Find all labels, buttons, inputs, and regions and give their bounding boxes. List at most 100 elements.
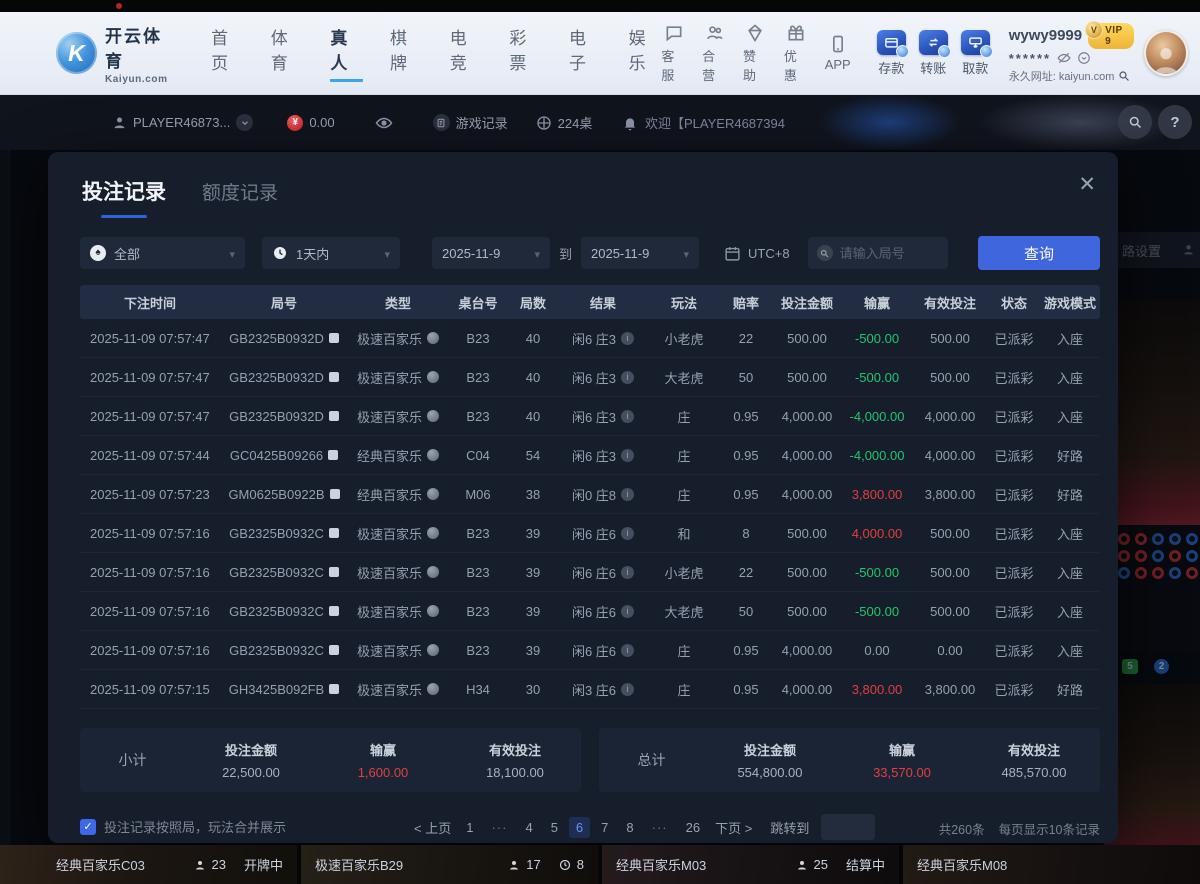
round-search-input[interactable]	[840, 246, 939, 261]
page-button[interactable]: ···	[484, 817, 514, 838]
chevron-down-icon[interactable]	[1077, 51, 1091, 65]
copy-icon[interactable]	[329, 567, 339, 577]
prev-page-button[interactable]: < 上页	[410, 815, 455, 840]
copy-icon[interactable]	[329, 333, 339, 343]
game-type-dot-icon[interactable]	[427, 644, 439, 656]
info-icon[interactable]: i	[621, 605, 634, 618]
withdraw-icon	[961, 30, 990, 55]
column-header: 赔率	[720, 293, 772, 312]
info-icon[interactable]: i	[621, 683, 634, 696]
live-table-tile[interactable]: 极速百家乐B29 17 8	[301, 845, 598, 884]
quick-link-promo[interactable]: 优惠	[784, 23, 809, 84]
copy-icon[interactable]	[328, 450, 338, 460]
page-button[interactable]: 4	[518, 817, 539, 838]
page-button[interactable]: 26	[679, 817, 707, 838]
game-type-dot-icon[interactable]	[427, 683, 439, 695]
table-row: 2025-11-09 07:57:47 GB2325B0932D 极速百家乐 B…	[80, 358, 1100, 397]
nav-item[interactable]: 电子	[569, 24, 602, 82]
cell-amount: 4,000.00	[772, 409, 842, 424]
withdraw-button[interactable]: 取款	[961, 30, 990, 77]
modal-tab[interactable]: 投注记录	[82, 176, 166, 218]
copy-icon[interactable]	[329, 684, 339, 694]
game-type-dot-icon[interactable]	[427, 488, 439, 500]
info-icon[interactable]: i	[621, 566, 634, 579]
copy-icon[interactable]	[329, 411, 339, 421]
page-button[interactable]: 6	[569, 817, 590, 838]
avatar[interactable]	[1144, 30, 1188, 76]
tables-count[interactable]: 224桌	[536, 113, 593, 132]
player-menu[interactable]: PLAYER46873...	[112, 114, 253, 131]
nav-item[interactable]: 体育	[271, 24, 304, 82]
quick-link-partner[interactable]: 合营	[702, 23, 727, 84]
eye-off-icon[interactable]	[1057, 51, 1071, 65]
game-type-dot-icon[interactable]	[427, 332, 439, 344]
vip-badge[interactable]: VIP 9	[1088, 23, 1134, 49]
cell-amount: 500.00	[772, 565, 842, 580]
info-icon[interactable]: i	[621, 332, 634, 345]
info-icon[interactable]: i	[621, 527, 634, 540]
table-header-row: 下注时间 局号 类型 桌台号 局数 结果 玩法 赔率 投注金额	[80, 285, 1100, 319]
live-table-tile[interactable]: 经典百家乐M03 25 结算中	[602, 845, 899, 884]
jump-page-input[interactable]	[821, 814, 875, 840]
page-button[interactable]: 1	[459, 817, 480, 838]
quick-link-sponsor[interactable]: 赞助	[743, 23, 768, 84]
brand-logo[interactable]: K 开云体育 Kaiyun.com	[56, 22, 179, 85]
nav-item[interactable]: 彩票	[509, 24, 542, 82]
quick-link-app[interactable]: APP	[825, 34, 851, 72]
copy-icon[interactable]	[329, 372, 339, 382]
game-type-dot-icon[interactable]	[427, 371, 439, 383]
cell-odds: 0.95	[720, 409, 772, 424]
date-from-picker[interactable]: 2025-11-9	[432, 237, 550, 269]
date-to-picker[interactable]: 2025-11-9	[581, 237, 699, 269]
info-icon[interactable]: i	[621, 488, 634, 501]
info-icon[interactable]: i	[621, 410, 634, 423]
nav-item[interactable]: 娱乐	[629, 24, 662, 82]
nav-item[interactable]: 电竞	[450, 24, 483, 82]
copy-icon[interactable]	[329, 645, 339, 655]
round-search-field[interactable]	[808, 237, 948, 269]
deposit-button[interactable]: 存款	[877, 30, 906, 77]
game-type-dot-icon[interactable]	[427, 449, 439, 461]
cell-round-id: GH3425B092FB	[220, 682, 348, 697]
timezone-display[interactable]: UTC+8	[724, 245, 790, 262]
search-button[interactable]	[1118, 105, 1152, 139]
copy-icon[interactable]	[329, 528, 339, 538]
query-button[interactable]: 查询	[978, 236, 1100, 270]
game-type-dot-icon[interactable]	[427, 410, 439, 422]
category-select[interactable]: ♠ 全部	[80, 237, 245, 269]
close-icon[interactable]: ✕	[1078, 174, 1096, 195]
balance-display[interactable]: ¥ 0.00	[287, 115, 334, 131]
info-icon[interactable]: i	[621, 371, 634, 384]
page-button[interactable]: 5	[544, 817, 565, 838]
bell-icon[interactable]	[622, 115, 638, 131]
cell-bet-time: 2025-11-09 07:57:16	[80, 604, 220, 619]
eye-icon[interactable]	[375, 114, 393, 132]
page-button[interactable]: 7	[594, 817, 615, 838]
checkbox-checked-icon[interactable]: ✓	[80, 819, 96, 835]
game-records-button[interactable]: 游戏记录	[433, 113, 508, 132]
game-type-dot-icon[interactable]	[427, 605, 439, 617]
modal-tab[interactable]: 额度记录	[202, 178, 278, 205]
live-table-tile[interactable]: 经典百家乐M08	[903, 845, 1200, 884]
next-page-button[interactable]: 下页 >	[711, 815, 756, 840]
nav-item[interactable]: 棋牌	[390, 24, 423, 82]
info-icon[interactable]: i	[621, 644, 634, 657]
copy-icon[interactable]	[329, 606, 339, 616]
time-range-select[interactable]: 1天内	[262, 237, 400, 269]
page-button[interactable]: ···	[645, 817, 675, 838]
search-icon[interactable]	[1118, 70, 1130, 82]
chevron-down-icon[interactable]	[236, 114, 253, 131]
copy-icon[interactable]	[330, 489, 340, 499]
game-type-dot-icon[interactable]	[427, 527, 439, 539]
quick-link-service[interactable]: 客服	[661, 23, 686, 84]
game-type-dot-icon[interactable]	[427, 566, 439, 578]
info-icon[interactable]: i	[621, 449, 634, 462]
transfer-button[interactable]: 转账	[919, 30, 948, 77]
help-button[interactable]: ?	[1158, 105, 1192, 139]
page-button[interactable]: 8	[619, 817, 640, 838]
cell-odds: 8	[720, 526, 772, 541]
cell-table-no: C04	[448, 448, 508, 463]
live-table-tile[interactable]: 经典百家乐C03 23 开牌中	[0, 845, 297, 884]
nav-item[interactable]: 真人	[330, 24, 363, 82]
nav-item[interactable]: 首页	[211, 24, 244, 82]
